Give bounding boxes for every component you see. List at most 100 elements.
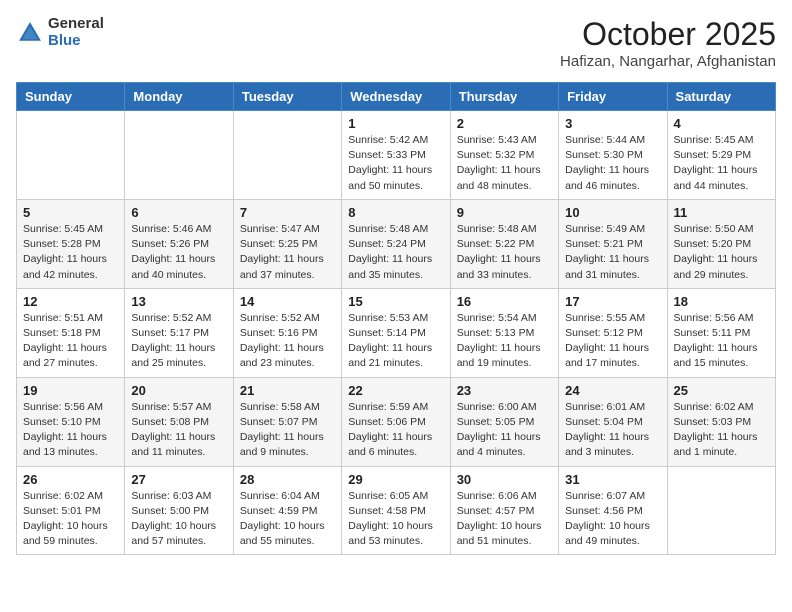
day-info: Sunrise: 6:04 AM Sunset: 4:59 PM Dayligh… <box>240 489 335 550</box>
day-number: 5 <box>23 205 118 220</box>
calendar-cell: 27 Sunrise: 6:03 AM Sunset: 5:00 PM Dayli… <box>125 466 233 555</box>
day-info: Sunrise: 5:48 AM Sunset: 5:24 PM Dayligh… <box>348 222 443 283</box>
day-number: 29 <box>348 472 443 487</box>
day-number: 22 <box>348 383 443 398</box>
day-info: Sunrise: 5:47 AM Sunset: 5:25 PM Dayligh… <box>240 222 335 283</box>
day-number: 20 <box>131 383 226 398</box>
calendar-cell: 19Sunrise: 5:56 AM Sunset: 5:10 PM Dayli… <box>17 377 125 466</box>
day-info: Sunrise: 5:42 AM Sunset: 5:33 PM Dayligh… <box>348 133 443 194</box>
day-number: 26 <box>23 472 118 487</box>
weekday-header-saturday: Saturday <box>667 83 775 111</box>
calendar-cell <box>667 466 775 555</box>
calendar-table: SundayMondayTuesdayWednesdayThursdayFrid… <box>16 82 776 555</box>
day-number: 14 <box>240 294 335 309</box>
day-info: Sunrise: 6:01 AM Sunset: 5:04 PM Dayligh… <box>565 400 660 461</box>
calendar-cell: 7 Sunrise: 5:47 AM Sunset: 5:25 PM Daylig… <box>233 199 341 288</box>
calendar-cell: 25 Sunrise: 6:02 AM Sunset: 5:03 PM Dayli… <box>667 377 775 466</box>
weekday-header-row: SundayMondayTuesdayWednesdayThursdayFrid… <box>17 83 776 111</box>
day-number: 24 <box>565 383 660 398</box>
day-number: 17 <box>565 294 660 309</box>
day-number: 6 <box>131 205 226 220</box>
weekday-header-thursday: Thursday <box>450 83 558 111</box>
location-title: Hafizan, Nangarhar, Afghanistan <box>560 53 776 70</box>
page-header: General Blue October 2025 Hafizan, Nanga… <box>16 16 776 70</box>
weekday-header-sunday: Sunday <box>17 83 125 111</box>
day-info: Sunrise: 6:02 AM Sunset: 5:01 PM Dayligh… <box>23 489 118 550</box>
logo-general-text: General <box>48 16 104 33</box>
day-number: 28 <box>240 472 335 487</box>
day-number: 9 <box>457 205 552 220</box>
logo-blue-text: Blue <box>48 33 104 50</box>
day-info: Sunrise: 6:07 AM Sunset: 4:56 PM Dayligh… <box>565 489 660 550</box>
calendar-cell: 24 Sunrise: 6:01 AM Sunset: 5:04 PM Dayli… <box>559 377 667 466</box>
calendar-cell: 20Sunrise: 5:57 AM Sunset: 5:08 PM Dayli… <box>125 377 233 466</box>
day-info: Sunrise: 5:56 AM Sunset: 5:11 PM Dayligh… <box>674 311 769 372</box>
day-info: Sunrise: 5:46 AM Sunset: 5:26 PM Dayligh… <box>131 222 226 283</box>
calendar-cell: 21Sunrise: 5:58 AM Sunset: 5:07 PM Dayli… <box>233 377 341 466</box>
logo-text: General Blue <box>48 16 104 49</box>
title-block: October 2025 Hafizan, Nangarhar, Afghani… <box>560 16 776 70</box>
calendar-cell: 17 Sunrise: 5:55 AM Sunset: 5:12 PM Dayli… <box>559 288 667 377</box>
day-number: 7 <box>240 205 335 220</box>
day-number: 15 <box>348 294 443 309</box>
day-number: 11 <box>674 205 769 220</box>
calendar-cell: 4 Sunrise: 5:45 AM Sunset: 5:29 PM Daylig… <box>667 111 775 200</box>
day-number: 4 <box>674 116 769 131</box>
calendar-cell: 3Sunrise: 5:44 AM Sunset: 5:30 PM Daylig… <box>559 111 667 200</box>
day-number: 10 <box>565 205 660 220</box>
day-number: 12 <box>23 294 118 309</box>
weekday-header-wednesday: Wednesday <box>342 83 450 111</box>
week-row-4: 19Sunrise: 5:56 AM Sunset: 5:10 PM Dayli… <box>17 377 776 466</box>
day-info: Sunrise: 6:03 AM Sunset: 5:00 PM Dayligh… <box>131 489 226 550</box>
day-number: 25 <box>674 383 769 398</box>
day-number: 3 <box>565 116 660 131</box>
day-info: Sunrise: 5:45 AM Sunset: 5:29 PM Dayligh… <box>674 133 769 194</box>
day-number: 13 <box>131 294 226 309</box>
week-row-2: 5Sunrise: 5:45 AM Sunset: 5:28 PM Daylig… <box>17 199 776 288</box>
calendar-cell: 5Sunrise: 5:45 AM Sunset: 5:28 PM Daylig… <box>17 199 125 288</box>
day-info: Sunrise: 5:52 AM Sunset: 5:16 PM Dayligh… <box>240 311 335 372</box>
calendar-cell: 13 Sunrise: 5:52 AM Sunset: 5:17 PM Dayli… <box>125 288 233 377</box>
calendar-cell: 31 Sunrise: 6:07 AM Sunset: 4:56 PM Dayli… <box>559 466 667 555</box>
day-info: Sunrise: 5:53 AM Sunset: 5:14 PM Dayligh… <box>348 311 443 372</box>
day-info: Sunrise: 5:58 AM Sunset: 5:07 PM Dayligh… <box>240 400 335 461</box>
calendar-cell: 6 Sunrise: 5:46 AM Sunset: 5:26 PM Daylig… <box>125 199 233 288</box>
calendar-cell: 28 Sunrise: 6:04 AM Sunset: 4:59 PM Dayli… <box>233 466 341 555</box>
month-title: October 2025 <box>560 16 776 53</box>
day-number: 16 <box>457 294 552 309</box>
day-number: 2 <box>457 116 552 131</box>
day-info: Sunrise: 6:06 AM Sunset: 4:57 PM Dayligh… <box>457 489 552 550</box>
calendar-cell: 2 Sunrise: 5:43 AM Sunset: 5:32 PM Daylig… <box>450 111 558 200</box>
day-number: 23 <box>457 383 552 398</box>
day-info: Sunrise: 5:43 AM Sunset: 5:32 PM Dayligh… <box>457 133 552 194</box>
day-info: Sunrise: 5:55 AM Sunset: 5:12 PM Dayligh… <box>565 311 660 372</box>
weekday-header-monday: Monday <box>125 83 233 111</box>
calendar-cell: 30 Sunrise: 6:06 AM Sunset: 4:57 PM Dayli… <box>450 466 558 555</box>
calendar-cell: 22Sunrise: 5:59 AM Sunset: 5:06 PM Dayli… <box>342 377 450 466</box>
calendar-cell: 26 Sunrise: 6:02 AM Sunset: 5:01 PM Dayli… <box>17 466 125 555</box>
calendar-cell: 18 Sunrise: 5:56 AM Sunset: 5:11 PM Dayli… <box>667 288 775 377</box>
day-number: 18 <box>674 294 769 309</box>
day-info: Sunrise: 5:51 AM Sunset: 5:18 PM Dayligh… <box>23 311 118 372</box>
day-info: Sunrise: 5:52 AM Sunset: 5:17 PM Dayligh… <box>131 311 226 372</box>
calendar-cell: 15 Sunrise: 5:53 AM Sunset: 5:14 PM Dayli… <box>342 288 450 377</box>
logo-icon <box>16 19 44 47</box>
calendar-cell: 16 Sunrise: 5:54 AM Sunset: 5:13 PM Dayli… <box>450 288 558 377</box>
day-number: 31 <box>565 472 660 487</box>
day-number: 27 <box>131 472 226 487</box>
calendar-cell <box>17 111 125 200</box>
day-info: Sunrise: 5:56 AM Sunset: 5:10 PM Dayligh… <box>23 400 118 461</box>
day-info: Sunrise: 6:02 AM Sunset: 5:03 PM Dayligh… <box>674 400 769 461</box>
calendar-cell: 29Sunrise: 6:05 AM Sunset: 4:58 PM Dayli… <box>342 466 450 555</box>
day-info: Sunrise: 5:48 AM Sunset: 5:22 PM Dayligh… <box>457 222 552 283</box>
calendar-cell: 10Sunrise: 5:49 AM Sunset: 5:21 PM Dayli… <box>559 199 667 288</box>
day-info: Sunrise: 5:54 AM Sunset: 5:13 PM Dayligh… <box>457 311 552 372</box>
week-row-3: 12 Sunrise: 5:51 AM Sunset: 5:18 PM Dayli… <box>17 288 776 377</box>
calendar-cell <box>233 111 341 200</box>
calendar-cell: 23Sunrise: 6:00 AM Sunset: 5:05 PM Dayli… <box>450 377 558 466</box>
day-number: 30 <box>457 472 552 487</box>
calendar-cell: 1Sunrise: 5:42 AM Sunset: 5:33 PM Daylig… <box>342 111 450 200</box>
weekday-header-tuesday: Tuesday <box>233 83 341 111</box>
calendar-cell: 8Sunrise: 5:48 AM Sunset: 5:24 PM Daylig… <box>342 199 450 288</box>
calendar-cell: 9 Sunrise: 5:48 AM Sunset: 5:22 PM Daylig… <box>450 199 558 288</box>
